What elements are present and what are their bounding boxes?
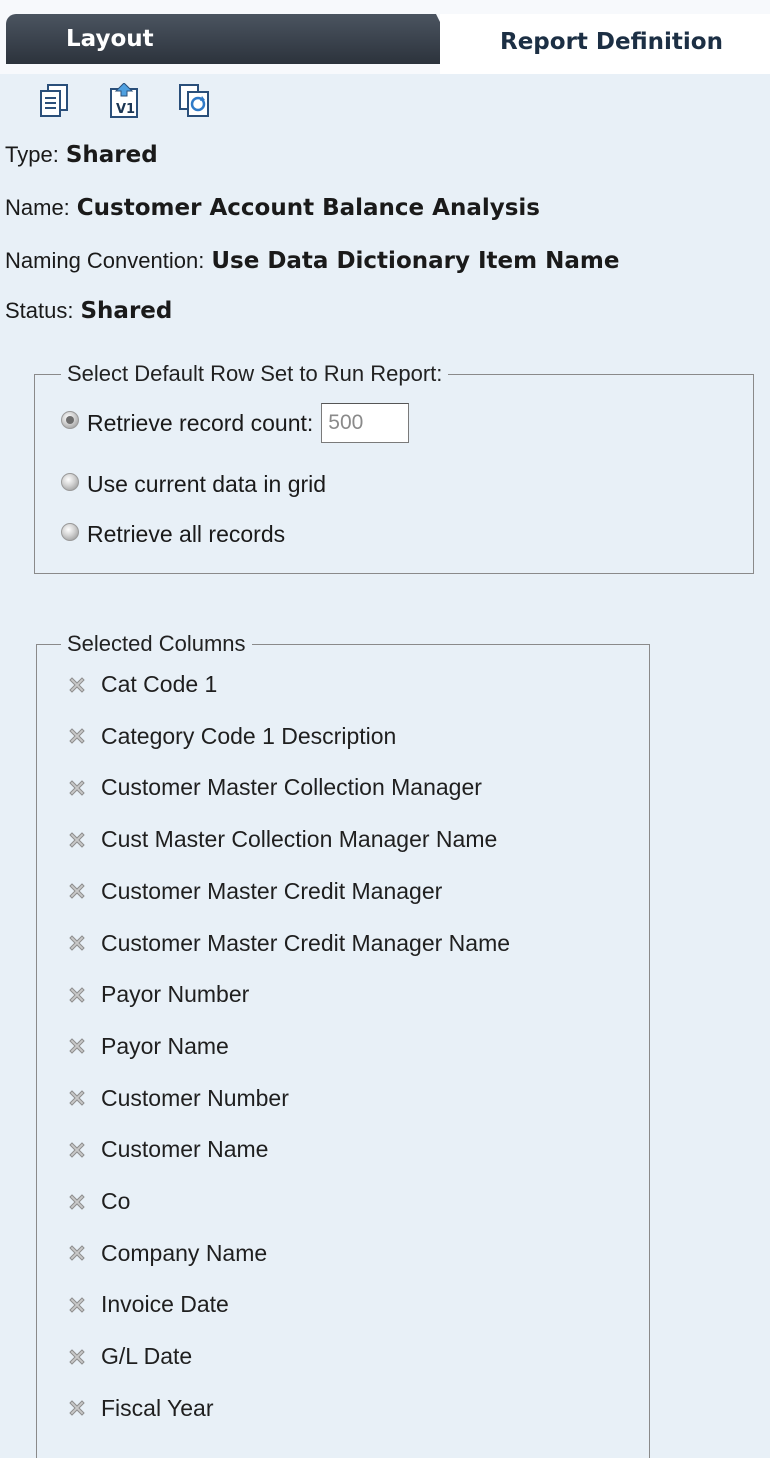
selected-column-label: Customer Number — [101, 1084, 289, 1111]
selected-column-item: G/L Date — [67, 1343, 192, 1370]
copy-icon[interactable] — [32, 79, 76, 123]
selected-column-label: Customer Name — [101, 1136, 269, 1163]
tab-report-definition-label: Report Definition — [500, 29, 723, 55]
selected-column-label: Payor Name — [101, 1032, 229, 1059]
radio-retrieve-record-count[interactable] — [61, 411, 79, 429]
remove-column-icon[interactable] — [67, 1398, 87, 1418]
naming-convention-label: Naming Convention: — [5, 248, 205, 273]
radio-label-record-count: Retrieve record count: — [87, 409, 314, 436]
remove-column-icon[interactable] — [67, 675, 87, 695]
record-count-value: 500 — [328, 411, 364, 434]
selected-column-label: Payor Number — [101, 981, 250, 1008]
selected-column-label: Category Code 1 Description — [101, 722, 397, 749]
selected-column-label: Customer Master Credit Manager Name — [101, 929, 511, 956]
status-label: Status: — [5, 298, 74, 323]
tab-layout-label: Layout — [66, 26, 154, 52]
tab-report-definition[interactable]: Report Definition — [440, 14, 770, 74]
selected-column-item: Customer Master Credit Manager Name — [67, 930, 510, 957]
selected-column-item: Payor Name — [67, 1033, 229, 1060]
tab-bar: Layout Report Definition — [0, 0, 770, 74]
type-line: Type: Shared — [5, 142, 158, 168]
name-value: Customer Account Balance Analysis — [76, 195, 540, 221]
remove-column-icon[interactable] — [67, 1140, 87, 1160]
remove-column-icon[interactable] — [67, 1036, 87, 1056]
remove-column-icon[interactable] — [67, 881, 87, 901]
selected-column-item: Invoice Date — [67, 1291, 229, 1318]
svg-text:V1: V1 — [116, 102, 135, 117]
selected-columns-group: Selected Columns Cat Code 1 Category Code… — [36, 631, 650, 1458]
naming-convention-line: Naming Convention: Use Data Dictionary I… — [5, 248, 619, 274]
selected-column-item: Category Code 1 Description — [67, 723, 396, 750]
remove-column-icon[interactable] — [67, 830, 87, 850]
toolbar: V1 — [32, 76, 216, 126]
record-count-input[interactable]: 500 — [321, 403, 410, 443]
selected-column-label: Co — [101, 1188, 131, 1214]
tab-layout[interactable]: Layout — [6, 14, 461, 64]
selected-column-item: Cust Master Collection Manager Name — [67, 826, 497, 853]
version-icon[interactable]: V1 — [102, 79, 146, 123]
row-set-option-current-data[interactable]: Use current data in grid — [61, 471, 326, 498]
selected-column-label: Cust Master Collection Manager Name — [101, 826, 498, 853]
remove-column-icon[interactable] — [67, 726, 87, 746]
selected-column-label: Fiscal Year — [101, 1394, 214, 1421]
remove-column-icon[interactable] — [67, 933, 87, 953]
name-label: Name: — [5, 195, 70, 220]
row-set-option-all-records[interactable]: Retrieve all records — [61, 521, 285, 548]
selected-column-label: Cat Code 1 — [101, 671, 218, 697]
naming-convention-value: Use Data Dictionary Item Name — [211, 248, 620, 274]
selected-column-item: Company Name — [67, 1240, 267, 1267]
selected-column-item: Cat Code 1 — [67, 671, 217, 698]
selected-column-item: Fiscal Year — [67, 1395, 214, 1422]
radio-label-current-data: Use current data in grid — [87, 471, 327, 497]
report-definition-panel: Layout Report Definition V1 Type: Shared… — [0, 0, 770, 1458]
remove-column-icon[interactable] — [67, 1088, 87, 1108]
selected-column-item: Customer Master Collection Manager — [67, 774, 482, 801]
remove-column-icon[interactable] — [67, 1192, 87, 1212]
remove-column-icon[interactable] — [67, 778, 87, 798]
name-line: Name: Customer Account Balance Analysis — [5, 195, 540, 221]
selected-column-item: Customer Number — [67, 1085, 289, 1112]
remove-column-icon[interactable] — [67, 1295, 87, 1315]
row-set-legend: Select Default Row Set to Run Report: — [61, 361, 449, 387]
status-value: Shared — [80, 298, 173, 324]
remove-column-icon[interactable] — [67, 1347, 87, 1367]
radio-label-all-records: Retrieve all records — [87, 521, 286, 547]
radio-use-current-data[interactable] — [61, 472, 79, 491]
row-set-option-record-count[interactable]: Retrieve record count: 500 — [61, 403, 410, 443]
selected-column-label: Company Name — [101, 1239, 268, 1266]
selected-columns-legend: Selected Columns — [61, 631, 252, 657]
selected-column-item: Co — [67, 1188, 130, 1215]
type-label: Type: — [5, 142, 59, 167]
selected-column-label: Customer Master Credit Manager — [101, 877, 443, 904]
row-set-group: Select Default Row Set to Run Report: Re… — [34, 361, 754, 574]
selected-column-label: Customer Master Collection Manager — [101, 774, 482, 801]
selected-column-item: Customer Master Credit Manager — [67, 878, 442, 905]
status-line: Status: Shared — [5, 298, 172, 324]
selected-column-item: Customer Name — [67, 1136, 268, 1163]
selected-column-item: Payor Number — [67, 981, 249, 1008]
selected-column-label: G/L Date — [101, 1343, 193, 1370]
type-value: Shared — [65, 142, 158, 168]
selected-column-label: Invoice Date — [101, 1291, 229, 1318]
remove-column-icon[interactable] — [67, 1243, 87, 1263]
remove-column-icon[interactable] — [67, 985, 87, 1005]
radio-retrieve-all-records[interactable] — [61, 522, 79, 541]
refresh-icon[interactable] — [172, 79, 216, 123]
